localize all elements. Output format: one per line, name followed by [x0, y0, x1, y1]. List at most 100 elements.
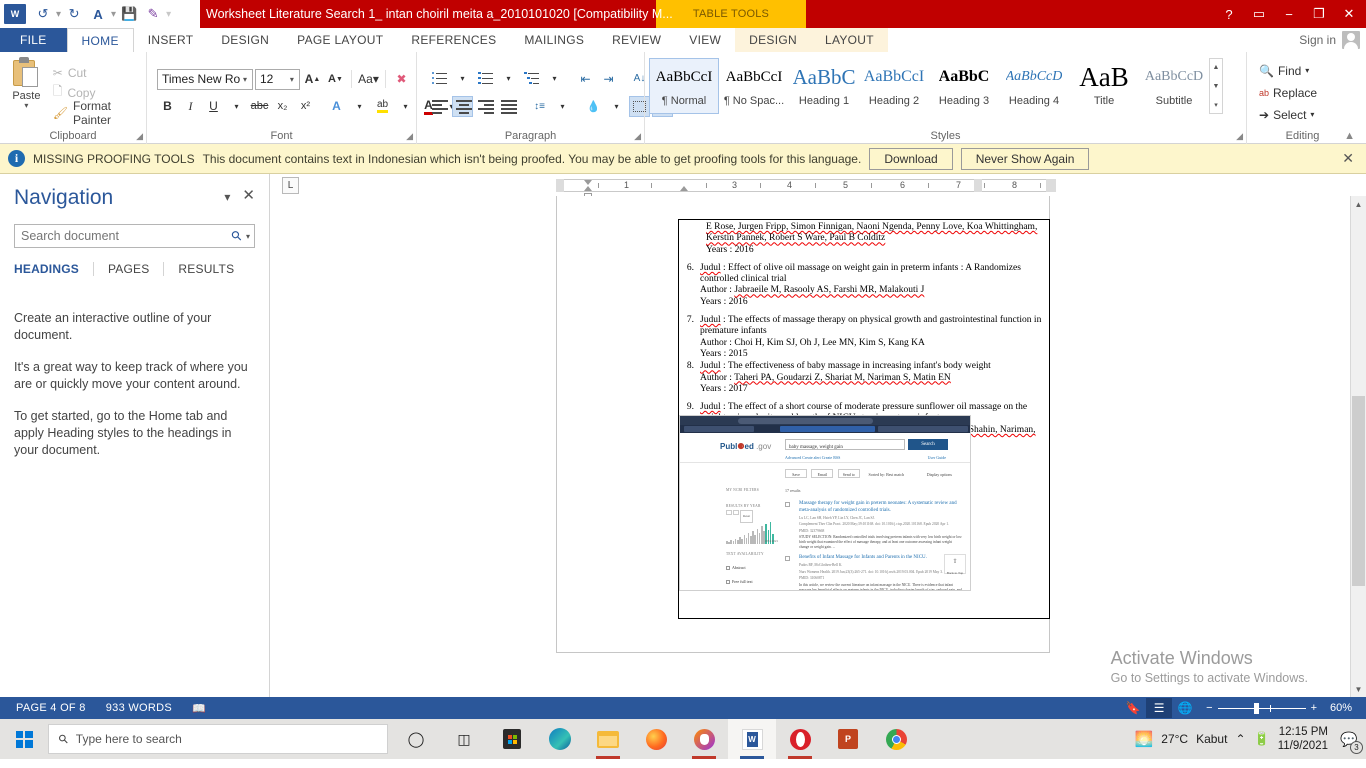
pubmed-filter-option[interactable]: Free full text [726, 576, 778, 587]
increase-indent-button[interactable]: ⇥ [598, 68, 619, 89]
restore-icon[interactable]: ❐ [1304, 1, 1334, 27]
taskbar-search-box[interactable]: ⚲ Type here to search [48, 724, 388, 754]
sign-in-link[interactable]: Sign in [1299, 28, 1342, 51]
collapse-ribbon-icon[interactable]: ▲ [1344, 130, 1355, 142]
vertical-scrollbar[interactable]: ▲ ▼ [1350, 196, 1366, 697]
powerpoint-icon[interactable]: P [824, 719, 872, 759]
shading-button[interactable]: 💧 [583, 96, 604, 117]
paste-dropdown-icon[interactable]: ▾ [24, 102, 28, 110]
microsoft-edge-icon[interactable] [536, 719, 584, 759]
scroll-up-icon[interactable]: ▲ [1351, 196, 1366, 212]
cortana-icon[interactable]: ◯ [392, 719, 440, 759]
tab-table-layout[interactable]: LAYOUT [810, 28, 888, 52]
replace-button[interactable]: ab Replace [1259, 82, 1354, 104]
result-checkbox-icon[interactable] [785, 556, 790, 561]
histogram-download-icon[interactable] [733, 509, 739, 515]
paragraph-dialog-launcher-icon[interactable]: ◢ [634, 131, 641, 142]
nav-tab-headings[interactable]: HEADINGS [14, 262, 93, 276]
multilevel-list-button[interactable] [521, 68, 542, 89]
highlight-button[interactable]: ab [372, 96, 393, 117]
numbering-button[interactable] [475, 68, 496, 89]
zoom-in-button[interactable]: + [1311, 702, 1317, 714]
highlight-dropdown[interactable]: ▾ [395, 96, 416, 117]
histogram-reset-button[interactable]: Reset [740, 509, 754, 523]
tab-table-design[interactable]: DESIGN [735, 28, 811, 52]
checkbox-icon[interactable] [726, 579, 730, 584]
superscript-button[interactable]: x² [295, 96, 316, 117]
underline-button[interactable]: U [203, 96, 224, 117]
select-dropdown-icon[interactable]: ▾ [1310, 110, 1314, 119]
style-subtitle[interactable]: AaBbCcD Subtitle [1139, 58, 1209, 114]
cut-button[interactable]: ✂ Cut [53, 63, 142, 82]
weather-description[interactable]: Kabut [1196, 732, 1227, 746]
close-icon[interactable]: ✕ [1334, 1, 1364, 27]
align-center-button[interactable] [452, 96, 473, 117]
italic-button[interactable]: I [180, 96, 201, 117]
show-hidden-icons-chevron[interactable]: ⌃ [1235, 732, 1245, 746]
proofing-errors-icon[interactable]: 📖 [182, 702, 216, 715]
zoom-out-button[interactable]: − [1206, 702, 1212, 714]
pubmed-user-guide-link[interactable]: User Guide [928, 452, 946, 463]
embedded-pubmed-screenshot[interactable]: Publ⚈ed .gov baby massage, weight gain S… [679, 415, 971, 591]
find-button[interactable]: 🔍 Find ▾ [1259, 60, 1354, 82]
font-name-dropdown-icon[interactable]: ▾ [240, 75, 250, 84]
download-button[interactable]: Download [869, 147, 953, 170]
weather-icon[interactable]: 🌅 [1135, 730, 1154, 748]
navigation-search-box[interactable]: ⚲ ▾ [14, 224, 255, 248]
zoom-control[interactable]: − + 60% [1198, 702, 1360, 714]
tab-page-layout[interactable]: PAGE LAYOUT [283, 28, 397, 52]
align-right-button[interactable] [475, 96, 496, 117]
undo-icon[interactable]: ↺ [32, 3, 54, 25]
clock[interactable]: 12:15 PM 11/9/2021 [1278, 725, 1328, 753]
message-bar-close-icon[interactable]: ✕ [1342, 150, 1358, 167]
line-spacing-dropdown[interactable]: ▾ [552, 96, 573, 117]
search-input[interactable] [21, 229, 233, 243]
shading-dropdown[interactable]: ▾ [606, 96, 627, 117]
bullets-button[interactable] [429, 68, 450, 89]
chrome-icon[interactable] [872, 719, 920, 759]
pubmed-email-button[interactable]: Email [811, 469, 834, 478]
grow-font-button[interactable]: A ▲ [302, 69, 323, 90]
font-dialog-launcher-icon[interactable]: ◢ [406, 131, 413, 142]
word-count[interactable]: 933 WORDS [96, 702, 182, 714]
font-size-combo[interactable]: 12 ▾ [255, 68, 300, 90]
never-show-again-button[interactable]: Never Show Again [960, 147, 1090, 170]
tab-file[interactable]: FILE [0, 28, 67, 52]
firefox-icon[interactable] [632, 719, 680, 759]
tab-design[interactable]: DESIGN [207, 28, 283, 52]
strikethrough-button[interactable]: abc [249, 96, 270, 117]
avast-icon[interactable] [680, 719, 728, 759]
style-title[interactable]: AaB Title [1069, 58, 1139, 114]
hanging-indent-marker-2[interactable] [680, 186, 688, 191]
change-case-button[interactable]: Aa ▾ [357, 69, 380, 90]
tab-view[interactable]: VIEW [675, 28, 735, 52]
justify-button[interactable] [498, 96, 519, 117]
tab-review[interactable]: REVIEW [598, 28, 675, 52]
page-indicator[interactable]: PAGE 4 OF 8 [6, 702, 96, 714]
numbering-dropdown[interactable]: ▾ [498, 68, 519, 89]
result-title[interactable]: Massage therapy for weight gain in prete… [799, 501, 962, 514]
result-title[interactable]: Benefits of Infant Massage for Infants a… [799, 555, 962, 562]
pubmed-filter-option[interactable]: Full text [726, 590, 778, 591]
result-checkbox-icon[interactable] [785, 502, 790, 507]
quick-print-icon[interactable]: ✎ [142, 3, 164, 25]
task-view-icon[interactable]: ◫ [440, 719, 488, 759]
ribbon-display-options-icon[interactable]: ▭ [1244, 1, 1274, 27]
styles-gallery-scrollbar[interactable]: ▲ ▼ ▾ [1209, 58, 1223, 114]
scroll-down-icon[interactable]: ▼ [1351, 681, 1366, 697]
style-heading-2[interactable]: AaBbCcI Heading 2 [859, 58, 929, 114]
tab-references[interactable]: REFERENCES [397, 28, 510, 52]
autosave-dropdown-icon[interactable]: ▾ [111, 9, 116, 20]
pubmed-display-options[interactable]: Display options [927, 469, 952, 480]
redo-icon[interactable]: ↻ [63, 3, 85, 25]
zoom-slider[interactable] [1217, 702, 1306, 714]
tab-home[interactable]: HOME [66, 28, 134, 52]
scrollbar-thumb[interactable] [1352, 396, 1365, 586]
web-layout-icon[interactable]: 🌐 [1172, 698, 1198, 718]
document-page[interactable]: E Rose, Jurgen Fripp, Simon Finnigan, Na… [556, 196, 1050, 653]
help-icon[interactable]: ? [1214, 1, 1244, 27]
microsoft-store-icon[interactable] [488, 719, 536, 759]
autosave-icon[interactable]: A [87, 3, 109, 25]
styles-dialog-launcher-icon[interactable]: ◢ [1236, 131, 1243, 142]
user-avatar[interactable] [1342, 31, 1360, 49]
